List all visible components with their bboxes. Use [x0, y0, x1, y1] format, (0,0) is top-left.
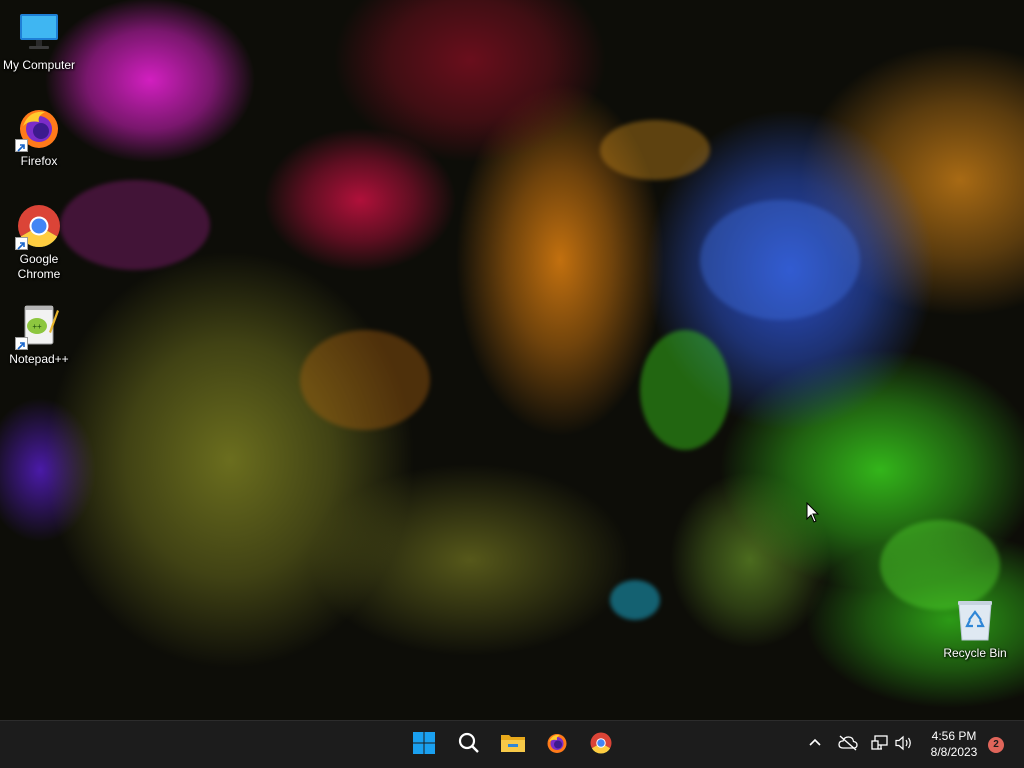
- onedrive-status-button[interactable]: [836, 733, 860, 757]
- desktop-icon-label: Recycle Bin: [943, 646, 1007, 660]
- volume-icon: [895, 735, 913, 756]
- network-button[interactable]: [868, 733, 892, 757]
- desktop-icon-label: Google Chrome: [17, 252, 61, 281]
- shortcut-arrow-icon: [15, 237, 28, 250]
- desktop-icon-label: Firefox: [20, 154, 58, 168]
- network-icon: [871, 734, 889, 756]
- file-explorer-button[interactable]: [495, 727, 531, 763]
- taskbar-firefox-button[interactable]: [539, 727, 575, 763]
- firefox-icon: [15, 104, 63, 152]
- folder-icon: [500, 731, 526, 760]
- desktop-icon-label: Notepad++: [9, 352, 69, 366]
- desktop-icon-google-chrome[interactable]: Google Chrome: [1, 202, 77, 282]
- recycle-bin-icon: [951, 596, 999, 644]
- desktop-icon-label: My Computer: [2, 58, 76, 72]
- windows-start-icon: [412, 731, 436, 760]
- chevron-up-icon: [808, 736, 822, 755]
- notification-count-badge[interactable]: 2: [988, 737, 1004, 753]
- desktop-icon-firefox[interactable]: Firefox: [1, 104, 77, 169]
- cloud-offline-icon: [838, 734, 858, 756]
- clock-time: 4:56 PM: [931, 729, 977, 743]
- monitor-icon: [15, 8, 63, 56]
- shortcut-arrow-icon: [15, 139, 28, 152]
- desktop-icon-my-computer[interactable]: My Computer: [1, 8, 77, 73]
- search-button[interactable]: [451, 727, 487, 763]
- firefox-icon: [545, 731, 569, 760]
- search-icon: [457, 731, 481, 760]
- clock-date: 8/8/2023: [930, 745, 978, 759]
- chrome-icon: [15, 202, 63, 250]
- taskbar-chrome-button[interactable]: [583, 727, 619, 763]
- taskbar: 4:56 PM 8/8/2023 2: [0, 720, 1024, 768]
- start-button[interactable]: [406, 727, 442, 763]
- clock-button[interactable]: 4:56 PM 8/8/2023: [916, 728, 992, 760]
- desktop-icon-recycle-bin[interactable]: Recycle Bin: [937, 596, 1013, 661]
- shortcut-arrow-icon: [15, 337, 28, 350]
- svg-text:++: ++: [32, 322, 42, 331]
- volume-button[interactable]: [892, 733, 916, 757]
- desktop-background: My Computer Firefox Google Chrome ++ Not…: [0, 0, 1024, 720]
- notepad-plus-plus-icon: ++: [15, 302, 63, 350]
- mouse-cursor-icon: [806, 501, 820, 529]
- chrome-icon: [589, 731, 613, 760]
- show-hidden-icons-button[interactable]: [803, 733, 827, 757]
- desktop-icon-notepad-plus-plus[interactable]: ++ Notepad++: [1, 302, 77, 367]
